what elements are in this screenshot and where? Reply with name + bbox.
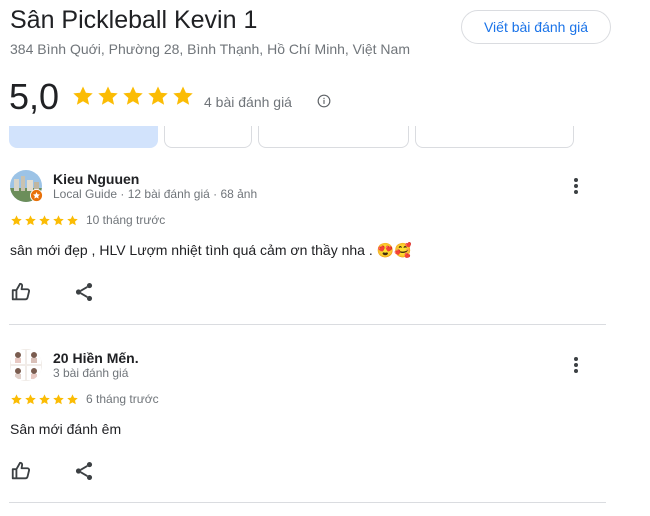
- star-icon: [25, 394, 36, 405]
- sort-chip-highest[interactable]: [258, 126, 409, 148]
- star-icon: [98, 86, 118, 105]
- review-author-meta: 3 bài đánh giá: [53, 366, 129, 380]
- sort-chip-newest[interactable]: [164, 126, 252, 148]
- review-emoji: 😍🥰: [376, 242, 412, 258]
- place-address: 384 Bình Quới, Phường 28, Bình Thạnh, Hồ…: [10, 41, 410, 57]
- like-button[interactable]: [10, 460, 32, 487]
- share-button[interactable]: [73, 281, 95, 308]
- review-text-body: Sân mới đánh êm: [10, 421, 122, 437]
- place-title: Sân Pickleball Kevin 1: [10, 6, 258, 34]
- review-author-meta: Local Guide · 12 bài đánh giá · 68 ảnh: [53, 187, 258, 201]
- star-icon: [173, 86, 193, 105]
- review-date: 6 tháng trước: [86, 392, 159, 406]
- star-icon: [53, 394, 64, 405]
- local-guide-badge-icon: [30, 189, 43, 202]
- star-icon: [11, 394, 22, 405]
- review-divider: [9, 324, 606, 325]
- thumbs-up-icon: [11, 282, 31, 301]
- share-icon: [75, 283, 93, 301]
- star-icon: [67, 394, 78, 405]
- star-icon: [39, 394, 50, 405]
- share-button[interactable]: [73, 460, 95, 487]
- write-review-button[interactable]: Viết bài đánh giá: [461, 10, 611, 44]
- overall-stars: [71, 84, 195, 108]
- share-icon: [75, 462, 93, 480]
- sort-chip-relevant[interactable]: [9, 126, 158, 148]
- avatar-photo-icon: [10, 349, 42, 381]
- overall-rating: 5,0: [9, 76, 60, 117]
- avatar[interactable]: [10, 349, 42, 381]
- sort-chip-lowest[interactable]: [415, 126, 574, 148]
- more-options-icon[interactable]: [568, 355, 584, 375]
- review-count: 4 bài đánh giá: [204, 94, 292, 110]
- star-icon: [123, 86, 143, 105]
- review-author[interactable]: 20 Hiền Mến.: [53, 350, 139, 366]
- review-text: Sân mới đánh êm: [10, 421, 121, 437]
- review-stars: [10, 393, 79, 406]
- review-text: sân mới đẹp , HLV Lượm nhiệt tình quá cả…: [10, 242, 412, 259]
- star-icon: [148, 86, 168, 105]
- info-icon[interactable]: [317, 94, 331, 108]
- review-divider: [9, 502, 606, 503]
- review-stars: [10, 214, 79, 227]
- more-options-icon[interactable]: [568, 176, 584, 196]
- star-icon: [53, 215, 64, 226]
- review-author[interactable]: Kieu Nguuen: [53, 171, 139, 187]
- review-date: 10 tháng trước: [86, 213, 166, 227]
- star-icon: [39, 215, 50, 226]
- star-icon: [67, 215, 78, 226]
- like-button[interactable]: [10, 281, 32, 308]
- thumbs-up-icon: [11, 461, 31, 480]
- review-text-body: sân mới đẹp , HLV Lượm nhiệt tình quá cả…: [10, 242, 373, 258]
- star-icon: [25, 215, 36, 226]
- star-icon: [11, 215, 22, 226]
- star-icon: [73, 86, 93, 105]
